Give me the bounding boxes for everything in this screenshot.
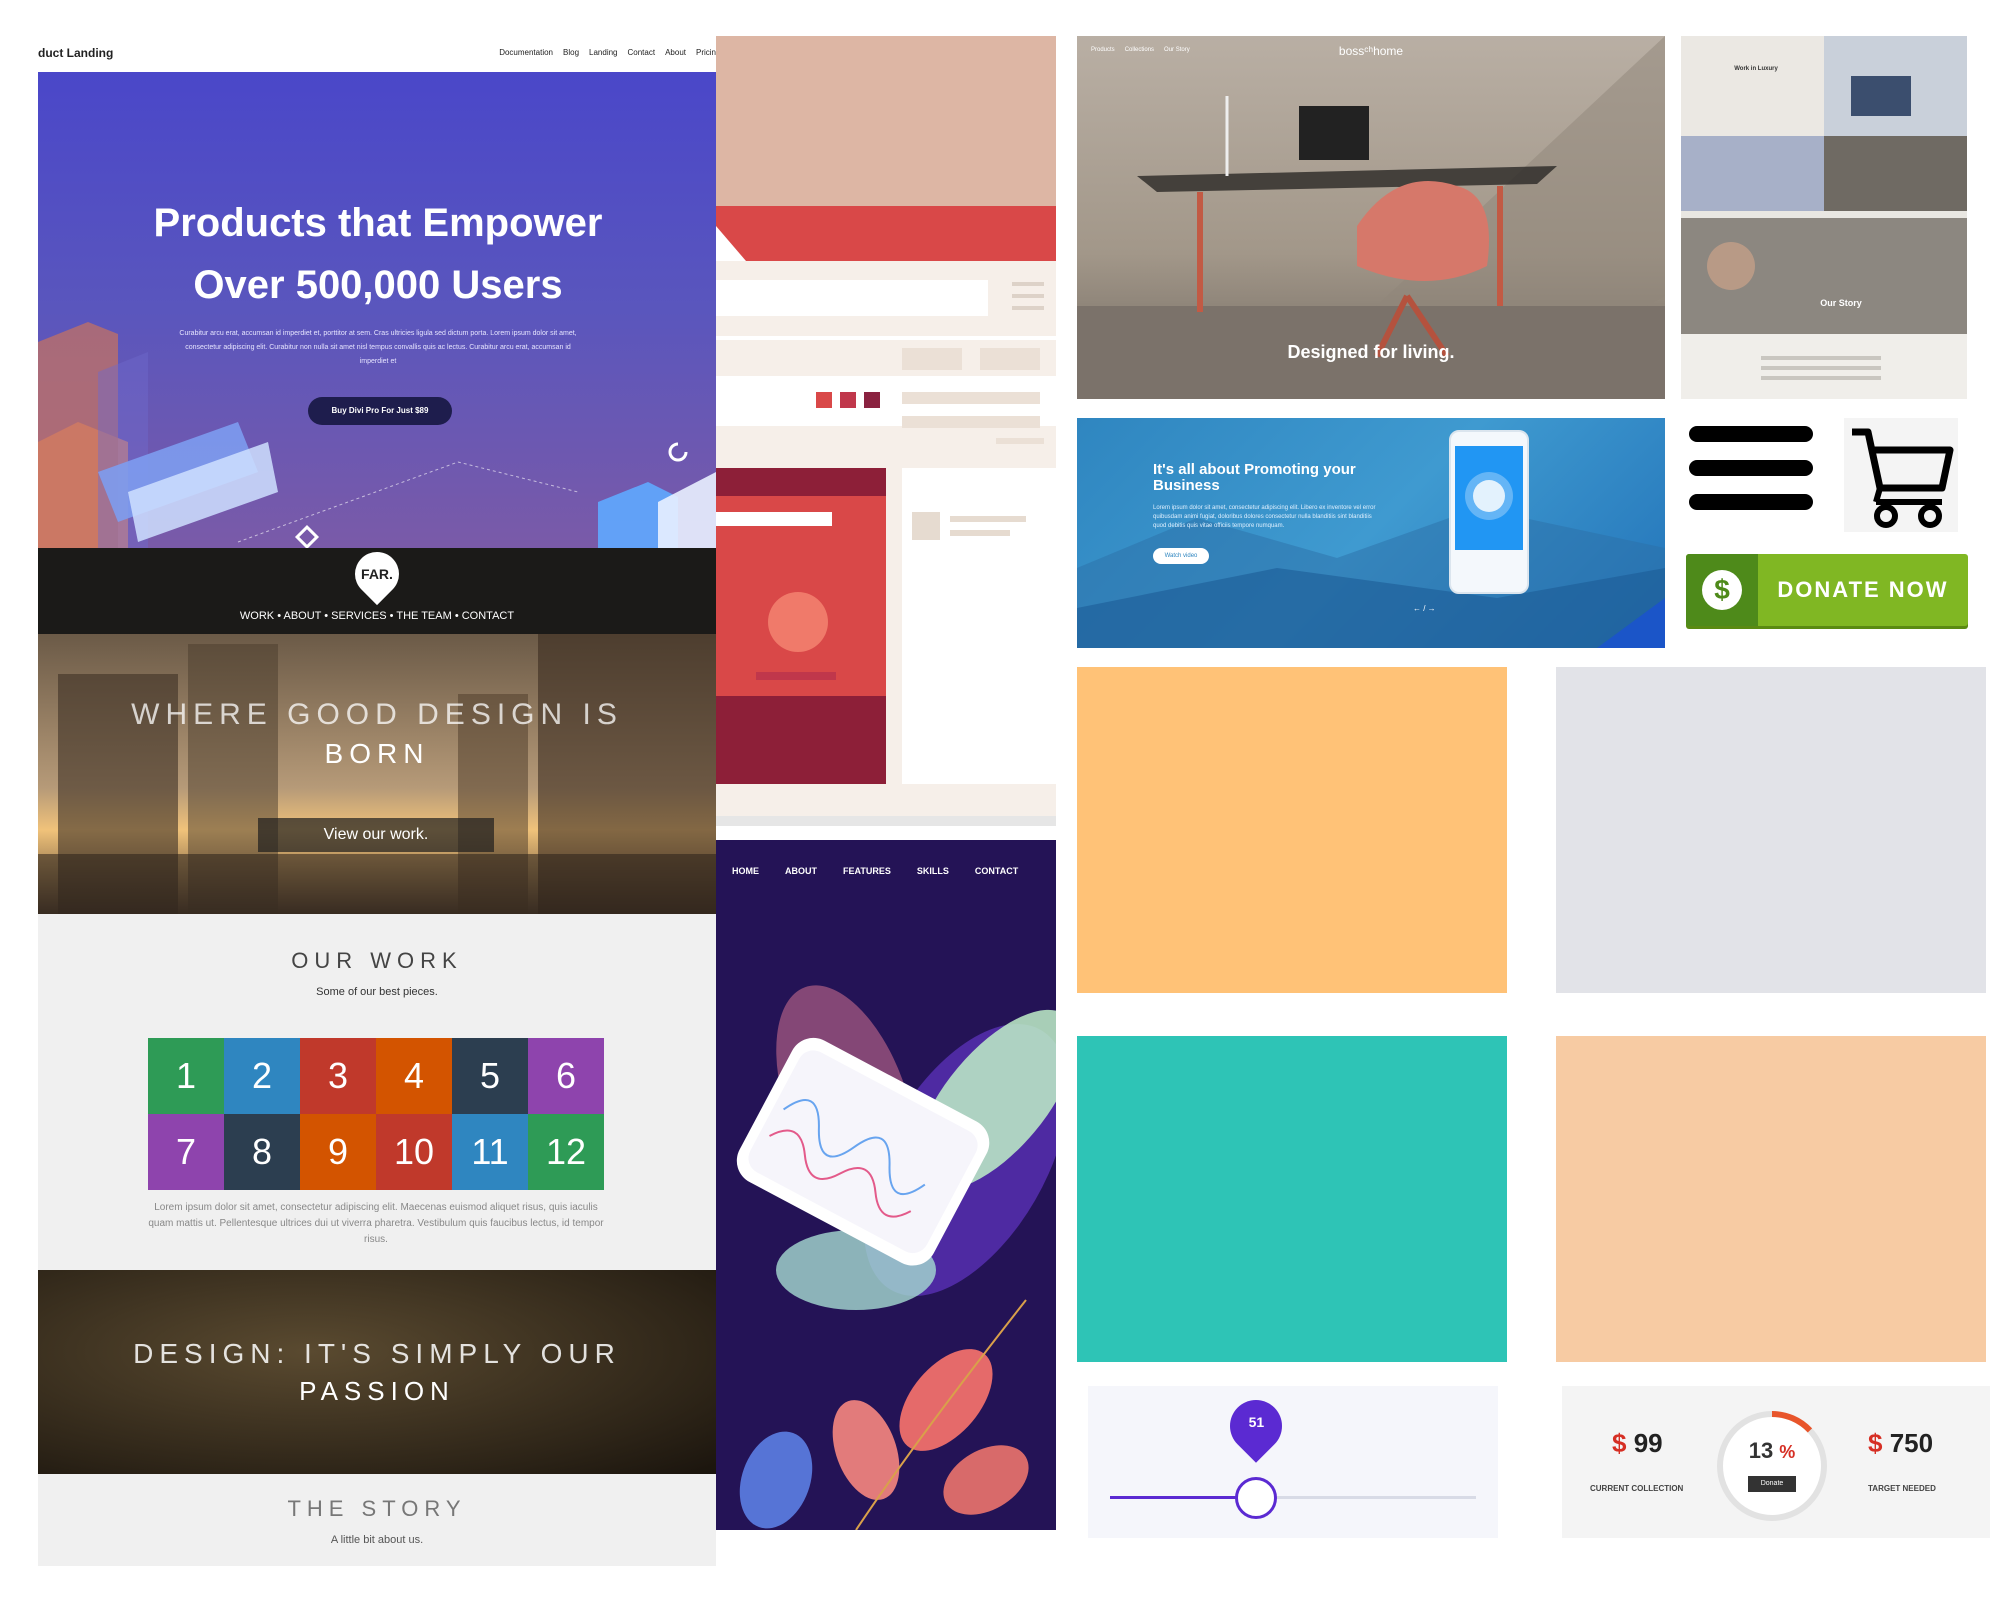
portfolio-description: Lorem ipsum dolor sit amet, consectetur …	[148, 1202, 604, 1245]
landing-nav: Documentation Blog Landing Contact About…	[499, 48, 716, 57]
far-hero-line2: BORN	[324, 738, 430, 769]
slider-handle[interactable]	[1235, 1477, 1278, 1519]
design-line2: PASSION	[299, 1376, 455, 1406]
business-promo-screenshot: It's all about Promoting your Business L…	[1077, 418, 1665, 648]
landing-top-bar: duct Landing Documentation Blog Landing …	[38, 38, 716, 72]
story-subtitle: A little bit about us.	[330, 1534, 424, 1546]
far-menu[interactable]: WORK • ABOUT • SERVICES • THE TEAM • CON…	[38, 610, 716, 622]
boss-tagline: Designed for living.	[1287, 342, 1455, 362]
brochure-graphic	[1681, 36, 1967, 399]
slider-value: 51	[1248, 1414, 1265, 1430]
target-value: $ 750	[1868, 1428, 1934, 1458]
promo-title: It's all about Promoting your Business	[1153, 461, 1356, 494]
portfolio-grid: 1 2 3 4 5 6 7 8 9 10 11 12	[148, 1038, 604, 1190]
promo-description: Lorem ipsum dolor sit amet, consectetur …	[1153, 505, 1376, 529]
landing-hero: Products that Empower Over 500,000 Users …	[38, 72, 716, 548]
far-header: FAR. WORK • ABOUT • SERVICES • THE TEAM …	[38, 548, 716, 634]
nav-blog[interactable]: Blog	[563, 48, 579, 57]
blurred-store-photo	[38, 1270, 716, 1474]
portfolio-tile[interactable]: 7	[148, 1114, 224, 1190]
landing-headline: Products that Empower Over 500,000 Users	[153, 201, 603, 307]
current-collection-label: CURRENT COLLECTION	[1590, 1484, 1684, 1493]
boss-logo[interactable]: bossᶜʰhome	[1077, 44, 1665, 58]
nav-landing[interactable]: Landing	[589, 48, 617, 57]
portfolio-tile[interactable]: 10	[376, 1114, 452, 1190]
our-work-subtitle: Some of our best pieces.	[316, 986, 438, 998]
phone-mockup	[1449, 430, 1529, 594]
portfolio-tile[interactable]: 4	[376, 1038, 452, 1114]
luxury-story-label: Our Story	[1820, 298, 1862, 308]
carousel-arrows-icon[interactable]: ← / →	[1413, 604, 1436, 613]
target-label: TARGET NEEDED	[1868, 1484, 1936, 1493]
fundraiser-progress-widget: $ 99 CURRENT COLLECTION 13% Donate $ 750…	[1562, 1386, 1990, 1538]
donate-now-button[interactable]: $ DONATE NOW	[1686, 554, 1968, 626]
wireframe-graphic	[716, 36, 1056, 826]
portfolio-tile[interactable]: 3	[300, 1038, 376, 1114]
view-our-work-button[interactable]: View our work.	[258, 818, 494, 852]
portfolio-tile[interactable]: 2	[224, 1038, 300, 1114]
luxury-brochure-screenshot: Work in Luxury Our Story	[1681, 36, 1967, 399]
nav-documentation[interactable]: Documentation	[499, 48, 553, 57]
dollar-icon: $	[1686, 554, 1758, 626]
landing-brand[interactable]: duct Landing	[38, 46, 113, 60]
portfolio-tile[interactable]: 5	[452, 1038, 528, 1114]
portfolio-tile[interactable]: 12	[528, 1114, 604, 1190]
nav-pricing[interactable]: Pricin	[696, 48, 716, 57]
watch-video-button[interactable]: Watch video	[1153, 548, 1209, 564]
portfolio-tile[interactable]: 9	[300, 1114, 376, 1190]
product-landing-screenshot: duct Landing Documentation Blog Landing …	[38, 38, 716, 548]
mountain-background	[1077, 508, 1665, 648]
range-slider-widget: 51	[1088, 1386, 1498, 1538]
portfolio-tile[interactable]: 11	[452, 1114, 528, 1190]
teal-swatch	[1077, 1036, 1507, 1362]
phone-leaves-illustration	[736, 985, 1056, 1530]
nav-about[interactable]: About	[665, 48, 686, 57]
portfolio-tile[interactable]: 1	[148, 1038, 224, 1114]
peach-swatch	[1556, 1036, 1986, 1362]
far-agency-screenshot: FAR. WORK • ABOUT • SERVICES • THE TEAM …	[38, 548, 716, 1566]
wireframe-illustration	[716, 36, 1056, 826]
scan-app-screen	[1455, 446, 1523, 550]
nav-contact[interactable]: Contact	[628, 48, 656, 57]
orange-swatch	[1077, 667, 1507, 993]
story-heading: THE STORY	[287, 1496, 467, 1521]
donate-now-label: DONATE NOW	[1777, 577, 1949, 602]
portfolio-tile[interactable]: 8	[224, 1114, 300, 1190]
portfolio-tile[interactable]: 6	[528, 1038, 604, 1114]
mobile-app-landing-screenshot: HOME ABOUT FEATURES SKILLS CONTACT	[716, 840, 1056, 1530]
grey-swatch	[1556, 667, 1986, 993]
hamburger-menu-icon[interactable]	[1681, 418, 1821, 518]
progress-percent: 13%	[1748, 1438, 1796, 1463]
donate-small-button[interactable]: Donate	[1748, 1476, 1796, 1492]
far-logo[interactable]: FAR.	[345, 548, 409, 606]
luxury-heading: Work in Luxury	[1734, 66, 1778, 72]
buy-divi-pro-button[interactable]: Buy Divi Pro For Just $89	[308, 397, 452, 425]
shopping-cart-icon[interactable]	[1844, 418, 1958, 532]
boss-home-screenshot: Products Collections Our Story bossᶜʰhom…	[1077, 36, 1665, 399]
progress-ring	[1717, 1411, 1827, 1521]
landing-body: Curabitur arcu erat, accumsan id imperdi…	[179, 330, 577, 365]
our-work-heading: OUR WORK	[291, 948, 463, 973]
far-hero-line1: WHERE GOOD DESIGN IS	[131, 698, 623, 731]
design-line1: DESIGN: IT'S SIMPLY OUR	[133, 1338, 621, 1369]
city-street-photo	[38, 634, 716, 914]
current-collection-value: $ 99	[1612, 1428, 1663, 1458]
